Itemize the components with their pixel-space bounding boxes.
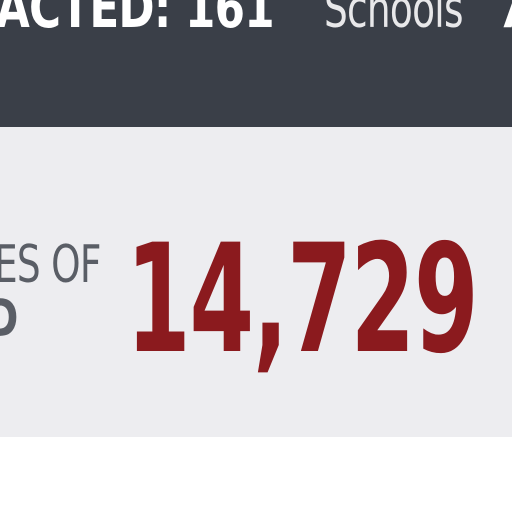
infographic-page: ACTED: 161 Schools 7,5 ES OF D 14,729	[0, 0, 512, 512]
header-band: ACTED: 161 Schools 7,5	[0, 0, 512, 127]
stat-label-line2: D	[0, 293, 18, 345]
header-bold-text: ACTED: 161	[0, 0, 275, 41]
stat-panel: ES OF D 14,729	[0, 127, 512, 437]
header-light-text: Schools	[324, 0, 463, 40]
header-bold-number: 7,5	[497, 0, 512, 37]
stat-label-line1: ES OF	[0, 235, 101, 295]
header-stat-line: ACTED: 161 Schools 7,5	[0, 0, 512, 37]
stat-number: 14,729	[126, 213, 479, 387]
bottom-blank-area	[0, 437, 512, 512]
